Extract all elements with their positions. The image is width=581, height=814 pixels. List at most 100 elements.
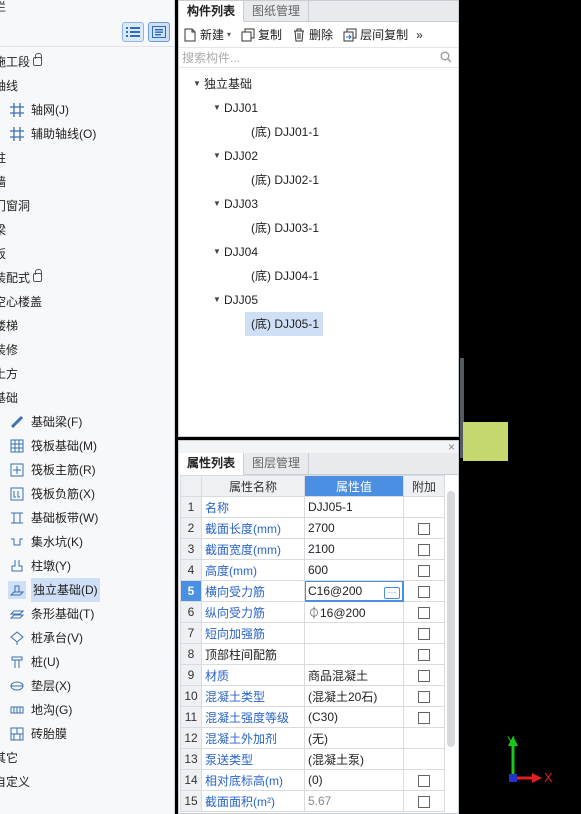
expand-arrow-icon[interactable]: ▼ <box>212 240 222 264</box>
module-tree-item[interactable]: 砖胎膜 <box>0 722 174 746</box>
row-number[interactable]: 6 <box>180 601 202 623</box>
row-number[interactable]: 4 <box>180 559 202 581</box>
tab-property-list[interactable]: 属性列表 <box>179 453 245 475</box>
row-number[interactable]: 2 <box>180 517 202 539</box>
copy-button[interactable]: 复制 <box>241 26 282 43</box>
row-number[interactable]: 10 <box>180 685 202 707</box>
module-tree-item[interactable]: 土方 <box>0 362 174 386</box>
property-row[interactable]: 13 泵送类型 (混凝土泵) <box>180 748 445 770</box>
extra-checkbox[interactable] <box>418 522 430 535</box>
component-tree-item[interactable]: ▼ 独立基础 <box>179 72 458 96</box>
row-number[interactable]: 13 <box>180 748 202 770</box>
extra-checkbox[interactable] <box>418 774 430 787</box>
expand-arrow-icon[interactable]: ▼ <box>212 144 222 168</box>
footing-shape[interactable] <box>463 422 508 461</box>
module-tree-item[interactable]: 自定义 <box>0 770 174 794</box>
module-tree-item[interactable]: 基础板带(W) <box>0 506 174 530</box>
module-tree-item[interactable]: 装修 <box>0 338 174 362</box>
module-tree-item[interactable]: 筏板主筋(R) <box>0 458 174 482</box>
module-tree-item[interactable]: 施工段 <box>0 50 174 74</box>
property-row[interactable]: 9 材质 商品混凝土 <box>180 664 445 686</box>
module-tree-item[interactable]: 基础 <box>0 386 174 410</box>
module-tree-item[interactable]: 地沟(G) <box>0 698 174 722</box>
property-row[interactable]: 8 顶部柱间配筋 <box>180 643 445 665</box>
module-tree-item[interactable]: 轴网(J) <box>0 98 174 122</box>
property-row[interactable]: 2 截面长度(mm) 2700 <box>180 517 445 539</box>
property-value[interactable]: (混凝土20石) <box>304 685 404 707</box>
module-tree-item[interactable]: 基础梁(F) <box>0 410 174 434</box>
search-icon[interactable] <box>440 51 452 66</box>
component-tree-item[interactable]: ▼ DJJ05 <box>179 288 458 312</box>
module-tree-item[interactable]: 门窗洞 <box>0 194 174 218</box>
row-number[interactable]: 3 <box>180 538 202 560</box>
row-number[interactable]: 11 <box>180 706 202 728</box>
row-number[interactable]: 1 <box>180 496 202 518</box>
property-value[interactable]: ⏀16@200 <box>304 601 404 623</box>
row-number[interactable]: 5 <box>180 580 202 602</box>
close-icon[interactable]: × <box>448 440 455 454</box>
property-value[interactable] <box>304 622 404 644</box>
tab-component-list[interactable]: 构件列表 <box>179 1 245 22</box>
module-tree-item[interactable]: 其它 <box>0 746 174 770</box>
module-tree-item[interactable]: 桩承台(V) <box>0 626 174 650</box>
module-tree-item[interactable]: 辅助轴线(O) <box>0 122 174 146</box>
module-tree-item[interactable]: 集水坑(K) <box>0 530 174 554</box>
module-tree-item[interactable]: 柱墩(Y) <box>0 554 174 578</box>
expand-arrow-icon[interactable]: ▼ <box>212 192 222 216</box>
extra-checkbox[interactable] <box>418 669 430 682</box>
extra-checkbox[interactable] <box>418 564 430 577</box>
property-row[interactable]: 3 截面宽度(mm) 2100 <box>180 538 445 560</box>
detail-view-button[interactable] <box>148 22 170 42</box>
drawing-canvas[interactable]: Y X <box>460 0 581 814</box>
new-button[interactable]: 新建 ▾ <box>183 26 231 43</box>
property-value[interactable] <box>304 643 404 665</box>
module-tree-item[interactable]: 垫层(X) <box>0 674 174 698</box>
ellipsis-button[interactable]: ··· <box>384 586 400 599</box>
property-row[interactable]: 11 混凝土强度等级 (C30) <box>180 706 445 728</box>
component-tree-item[interactable]: (底) DJJ04-1 <box>179 264 458 288</box>
tab-drawing-manage[interactable]: 图纸管理 <box>244 1 310 21</box>
component-tree-item[interactable]: (底) DJJ02-1 <box>179 168 458 192</box>
component-tree-item[interactable]: ▼ DJJ04 <box>179 240 458 264</box>
component-tree-item[interactable]: (底) DJJ05-1 <box>179 312 458 336</box>
expand-arrow-icon[interactable]: ▼ <box>192 72 202 96</box>
delete-button[interactable]: 删除 <box>292 26 333 43</box>
module-tree-item[interactable]: 墙 <box>0 170 174 194</box>
extra-checkbox[interactable] <box>418 585 430 598</box>
property-value[interactable]: 600 <box>304 559 404 581</box>
extra-checkbox[interactable] <box>418 711 430 724</box>
property-value[interactable]: (0) <box>304 769 404 791</box>
extra-checkbox[interactable] <box>418 543 430 556</box>
property-value[interactable]: (无) <box>304 727 404 749</box>
tab-layer-manage[interactable]: 图层管理 <box>244 453 310 474</box>
extra-checkbox[interactable] <box>418 606 430 619</box>
property-row[interactable]: 1 名称 DJJ05-1 <box>180 496 445 518</box>
toolbar-more-button[interactable]: » <box>416 28 423 42</box>
property-row[interactable]: 10 混凝土类型 (混凝土20石) <box>180 685 445 707</box>
row-number[interactable]: 9 <box>180 664 202 686</box>
component-tree-item[interactable]: ▼ DJJ01 <box>179 96 458 120</box>
row-number[interactable]: 7 <box>180 622 202 644</box>
module-tree-item[interactable]: 板 <box>0 242 174 266</box>
floor-copy-button[interactable]: 层间复制 <box>343 26 408 43</box>
row-number[interactable]: 14 <box>180 769 202 791</box>
property-row[interactable]: 6 纵向受力筋 ⏀16@200 <box>180 601 445 623</box>
module-tree-item[interactable]: 空心楼盖 <box>0 290 174 314</box>
component-search-input[interactable]: 搜索构件... <box>179 48 458 68</box>
module-tree-item[interactable]: 楼梯 <box>0 314 174 338</box>
property-row[interactable]: 15 截面面积(m²) 5.67 <box>180 790 445 812</box>
list-view-button[interactable] <box>122 22 144 42</box>
property-value[interactable]: 2100 <box>304 538 404 560</box>
property-value[interactable]: (混凝土泵) <box>304 748 404 770</box>
property-value[interactable]: (C30) <box>304 706 404 728</box>
property-value[interactable]: 2700 <box>304 517 404 539</box>
property-row[interactable]: 12 混凝土外加剂 (无) <box>180 727 445 749</box>
module-tree-item[interactable]: 独立基础(D) <box>0 578 174 602</box>
module-tree-item[interactable]: 装配式 <box>0 266 174 290</box>
module-tree-item[interactable]: 轴线 <box>0 74 174 98</box>
property-value[interactable]: 5.67 <box>304 790 404 812</box>
expand-arrow-icon[interactable]: ▼ <box>212 96 222 120</box>
component-tree-item[interactable]: (底) DJJ01-1 <box>179 120 458 144</box>
module-tree-item[interactable]: 条形基础(T) <box>0 602 174 626</box>
property-row[interactable]: 4 高度(mm) 600 <box>180 559 445 581</box>
